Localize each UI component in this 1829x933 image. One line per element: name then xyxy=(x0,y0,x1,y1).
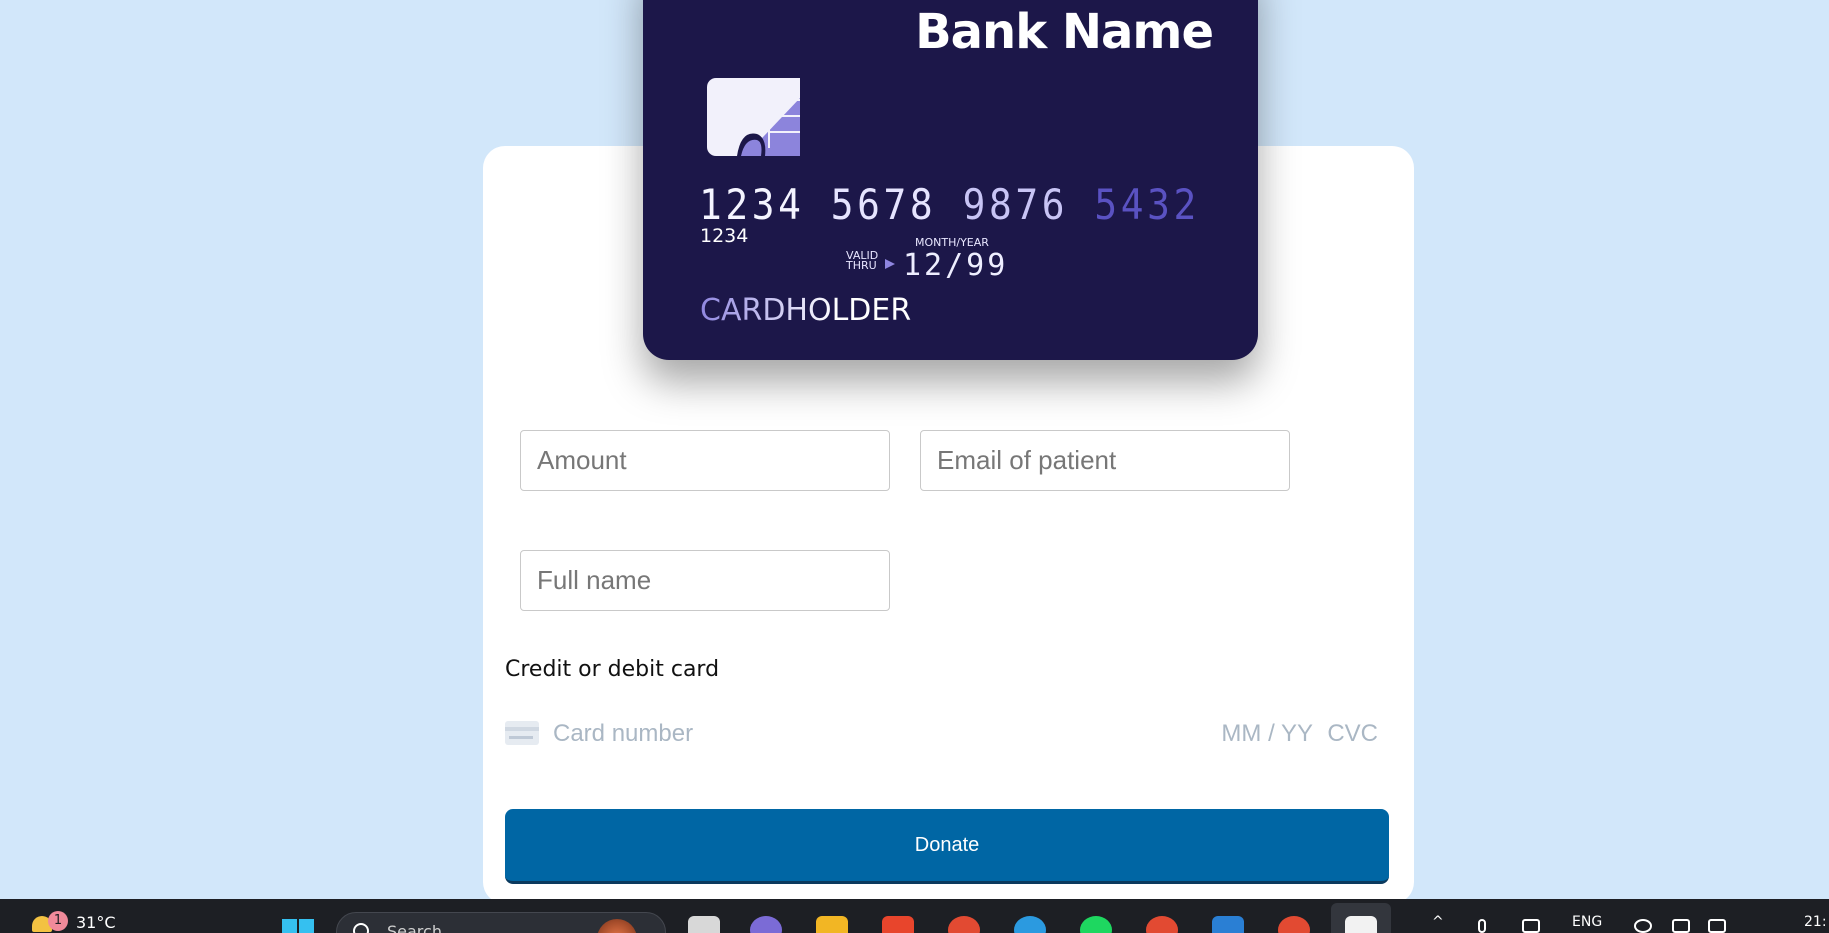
chrome-profile-k-icon[interactable] xyxy=(1278,916,1310,933)
task-view-icon[interactable] xyxy=(688,916,720,933)
taskbar-clock[interactable]: 21: xyxy=(1804,914,1827,930)
taskbar-search-box[interactable]: Search xyxy=(336,912,666,933)
card-element[interactable] xyxy=(505,714,1378,754)
card-chip-icon xyxy=(707,78,800,156)
wifi-icon[interactable] xyxy=(1634,919,1652,933)
amount-input[interactable] xyxy=(520,430,890,491)
volume-icon[interactable] xyxy=(1672,919,1690,933)
card-number-group: 9876 xyxy=(962,180,1069,229)
search-highlight-icon xyxy=(597,919,637,933)
windows-taskbar: 1 31°C Search ^ ENG 21: xyxy=(0,899,1829,933)
valid-thru-label: VALID THRU xyxy=(846,249,879,272)
search-icon xyxy=(353,923,369,933)
file-explorer-icon[interactable] xyxy=(816,916,848,933)
edge-icon[interactable] xyxy=(1014,916,1046,933)
card-number-display: 1234 5678 9876 5432 xyxy=(699,180,1200,229)
card-section-label: Credit or debit card xyxy=(505,657,720,682)
full-name-input[interactable] xyxy=(520,550,890,611)
brave-icon[interactable] xyxy=(882,916,914,933)
vscode-icon[interactable] xyxy=(1212,916,1244,933)
credit-card-preview: Bank Name 1234 5678 9876 5432 1234 MONTH… xyxy=(643,0,1258,360)
language-indicator[interactable]: ENG xyxy=(1572,914,1602,930)
card-number-input[interactable] xyxy=(553,714,1053,754)
card-number-group: 1234 xyxy=(699,180,805,229)
display-icon[interactable] xyxy=(1522,919,1540,933)
donate-button[interactable]: Donate xyxy=(505,809,1389,884)
credit-card-icon xyxy=(505,721,539,745)
tray-overflow-chevron-icon[interactable]: ^ xyxy=(1432,914,1444,930)
valid-thru-arrow-icon xyxy=(885,259,895,269)
chrome-icon[interactable] xyxy=(948,916,980,933)
active-app-slot[interactable] xyxy=(1331,903,1391,933)
cardholder-name: CARDHOLDER xyxy=(700,293,912,328)
card-small-number: 1234 xyxy=(700,225,749,247)
microphone-icon[interactable] xyxy=(1478,919,1486,933)
card-cvc-input[interactable] xyxy=(1320,714,1378,754)
card-expiry-display: 12/99 xyxy=(903,248,1009,283)
weather-temperature[interactable]: 31°C xyxy=(76,913,116,932)
card-number-group: 5678 xyxy=(830,180,937,229)
notification-badge: 1 xyxy=(48,911,68,931)
taskbar-search-text: Search xyxy=(387,922,442,933)
patient-email-input[interactable] xyxy=(920,430,1290,491)
windows-start-icon[interactable] xyxy=(282,919,316,933)
card-expiry-input[interactable] xyxy=(1213,714,1313,754)
battery-icon[interactable] xyxy=(1708,919,1726,933)
teams-icon[interactable] xyxy=(750,916,782,933)
spotify-icon[interactable] xyxy=(1080,916,1112,933)
chrome-profile-icon[interactable] xyxy=(1146,916,1178,933)
bank-name: Bank Name xyxy=(915,4,1214,60)
calendar-app-icon xyxy=(1345,916,1377,933)
card-number-group: 5432 xyxy=(1094,180,1200,229)
